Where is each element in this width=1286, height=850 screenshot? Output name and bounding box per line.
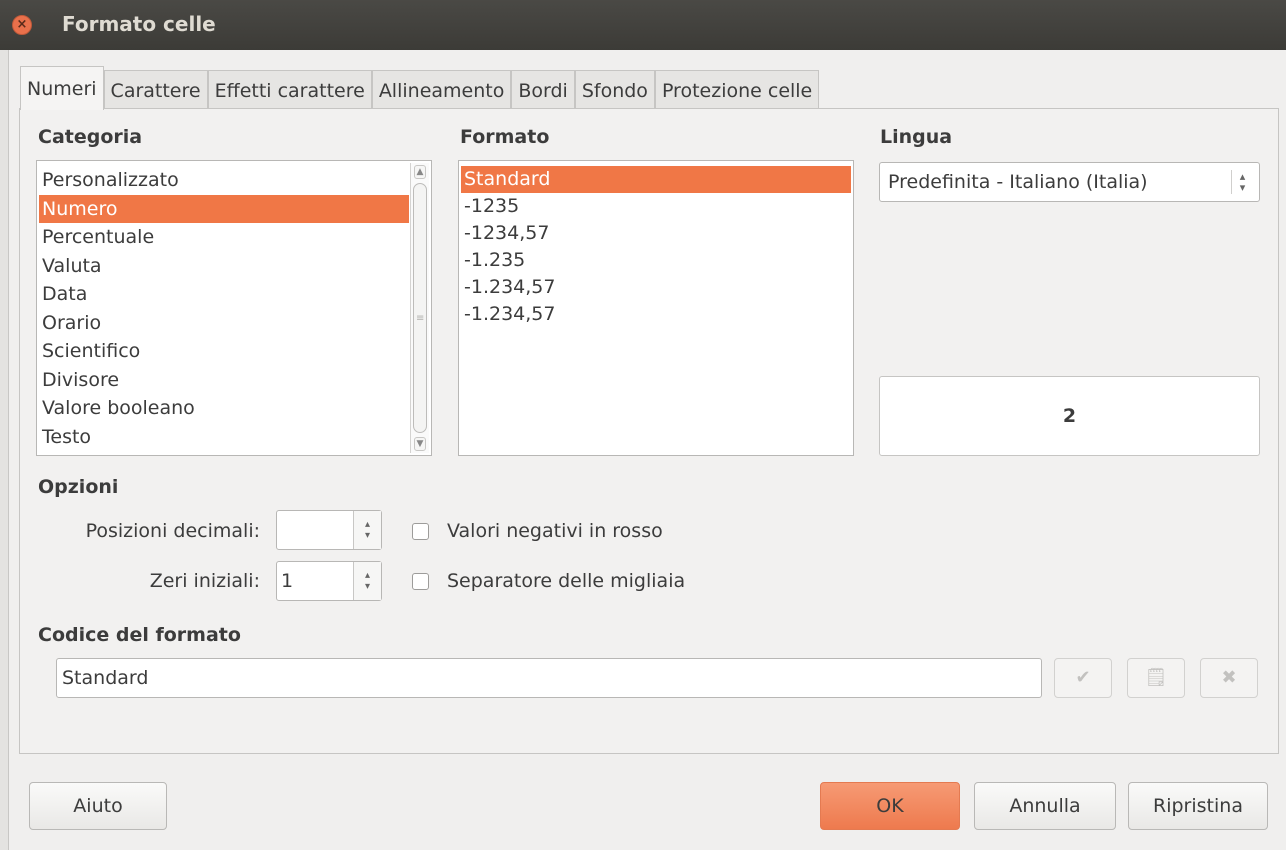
checkmark-icon[interactable]: ✔ [1054,658,1112,698]
tab-bar: Numeri Carattere Effetti carattere Allin… [20,66,820,110]
edit-comment-icon[interactable]: 🗒 [1127,658,1185,698]
thousands-separator-checkbox[interactable]: Separatore delle migliaia [412,570,685,592]
list-item[interactable]: Valore booleano [39,394,409,423]
list-item[interactable]: Orario [39,309,409,338]
language-value: Predefinita - Italiano (Italia) [888,171,1148,193]
list-item[interactable]: Personalizzato [39,166,409,195]
format-code-input[interactable]: Standard [56,658,1042,698]
negative-red-label: Valori negativi in rosso [447,520,663,542]
language-heading: Lingua [880,126,953,148]
help-button[interactable]: Aiuto [29,782,167,830]
reset-button[interactable]: Ripristina [1128,782,1268,830]
grip-icon: ≡ [416,313,425,324]
format-code-value: Standard [62,667,149,689]
negative-red-checkbox[interactable]: Valori negativi in rosso [412,520,663,542]
tab-carattere[interactable]: Carattere [103,70,208,110]
leading-zeros-label: Zeri iniziali: [149,570,260,592]
scroll-up-icon[interactable]: ▲ [414,165,426,179]
list-item-selected[interactable]: Numero [39,194,409,223]
category-heading: Categoria [38,126,143,148]
list-item[interactable]: -1235 [461,193,851,220]
format-heading: Formato [460,126,550,148]
thousands-separator-label: Separatore delle migliaia [447,570,686,592]
leading-zeros-value: 1 [281,570,294,592]
list-item[interactable]: Scientifico [39,337,409,366]
window-edge [0,50,9,850]
list-item[interactable]: Percentuale [39,223,409,252]
stepper-arrows-icon[interactable]: ▴ ▾ [353,562,381,600]
format-code-heading: Codice del formato [38,624,241,646]
leading-zeros-stepper[interactable]: 1 ▴ ▾ [276,561,382,601]
delete-icon[interactable]: ✖ [1200,658,1258,698]
list-item[interactable]: -1.234,57 [461,274,851,301]
scrollbar-thumb[interactable] [413,183,427,433]
checkbox-box[interactable] [412,572,429,590]
up-down-arrows-icon: ▴ ▾ [1231,170,1253,194]
scroll-down-icon[interactable]: ▼ [414,437,426,451]
list-item[interactable]: Testo [39,423,409,452]
decimal-places-label: Posizioni decimali: [85,520,260,542]
tab-sfondo[interactable]: Sfondo [574,70,655,110]
window-title: Formato celle [62,12,216,36]
ok-button[interactable]: OK [820,782,960,830]
category-scrollbar[interactable]: ▲ ≡ ▼ [410,163,429,453]
list-item[interactable]: Divisore [39,366,409,395]
stepper-arrows-icon[interactable]: ▴ ▾ [353,511,381,549]
list-item[interactable]: -1234,57 [461,220,851,247]
title-bar: × Formato celle [0,0,1286,50]
tab-bordi[interactable]: Bordi [511,70,575,110]
close-icon[interactable]: × [12,15,32,35]
list-item[interactable]: Valuta [39,252,409,281]
language-select[interactable]: Predefinita - Italiano (Italia) ▴ ▾ [879,162,1260,202]
decimal-places-stepper[interactable]: ▴ ▾ [276,510,382,550]
tab-protezione-celle[interactable]: Protezione celle [654,70,820,110]
format-list[interactable]: Standard -1235 -1234,57 -1.235 -1.234,57… [458,160,854,456]
list-item[interactable]: -1.234,57 [461,301,851,328]
checkbox-box[interactable] [412,522,429,540]
tab-allineamento[interactable]: Allineamento [371,70,512,110]
options-heading: Opzioni [38,476,119,498]
cancel-button[interactable]: Annulla [974,782,1116,830]
format-preview: 2 [879,376,1260,456]
tab-effetti-carattere[interactable]: Effetti carattere [207,70,372,110]
list-item[interactable]: -1.235 [461,247,851,274]
category-list[interactable]: Personalizzato Numero Percentuale Valuta… [36,160,432,456]
list-item-selected[interactable]: Standard [461,166,851,193]
tab-numeri[interactable]: Numeri [20,66,104,110]
list-item[interactable]: Data [39,280,409,309]
